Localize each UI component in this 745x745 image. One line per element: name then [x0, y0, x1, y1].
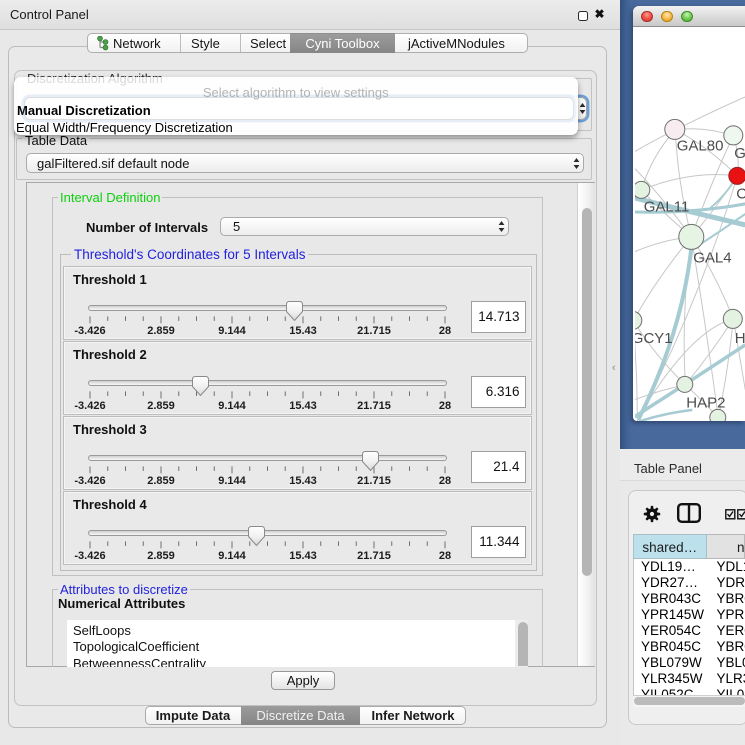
svg-text:GA: GA: [734, 145, 745, 162]
svg-text:H: H: [734, 330, 744, 347]
svg-text:GAL4: GAL4: [693, 249, 731, 266]
svg-text:GAL11: GAL11: [643, 198, 689, 215]
svg-text:CY: CY: [736, 185, 745, 202]
svg-text:HAP2: HAP2: [686, 394, 725, 411]
svg-text:GAL80: GAL80: [676, 137, 723, 154]
svg-text:GCY1: GCY1: [635, 330, 673, 347]
